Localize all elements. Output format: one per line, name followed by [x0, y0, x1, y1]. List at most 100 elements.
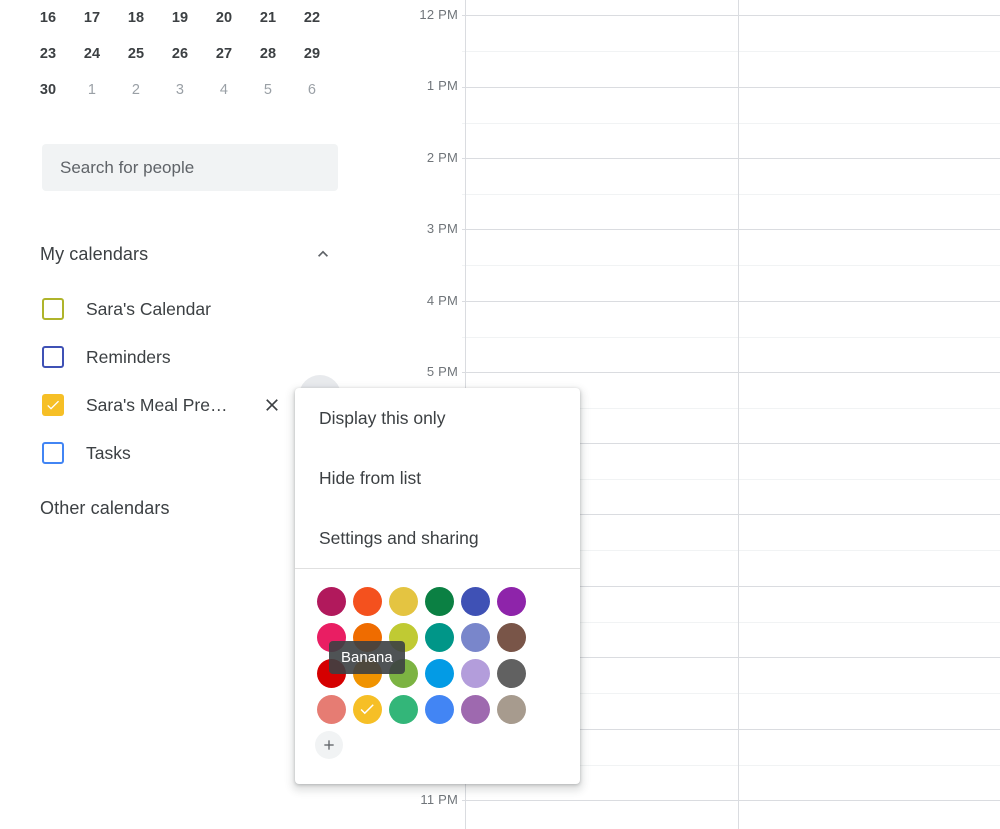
menu-item-display-this-only[interactable]: Display this only: [295, 388, 580, 448]
color-swatch-cell: [457, 583, 493, 619]
hour-gridline: [462, 158, 1000, 159]
hour-gridline: [462, 87, 1000, 88]
mini-calendar-day[interactable]: 4: [202, 72, 246, 108]
mini-calendar-day[interactable]: 28: [246, 36, 290, 72]
color-swatch-cell: [493, 619, 529, 655]
my-calendars-header[interactable]: My calendars: [40, 236, 340, 272]
color-swatch-basil[interactable]: [424, 586, 454, 616]
color-swatch-peacock[interactable]: [424, 658, 454, 688]
time-axis-label: 12 PM: [419, 7, 458, 22]
color-swatch-cell: [493, 655, 529, 691]
color-swatch-cell: [457, 619, 493, 655]
time-axis-label: 2 PM: [426, 150, 458, 165]
menu-item-hide-from-list[interactable]: Hide from list: [295, 448, 580, 508]
color-swatch-cell: [421, 583, 457, 619]
half-hour-gridline: [462, 194, 1000, 195]
time-axis-label: 1 PM: [426, 78, 458, 93]
calendar-app: 161718192021222324252627282930123456 My …: [0, 0, 1000, 829]
color-swatch-citron[interactable]: [388, 586, 418, 616]
color-swatch-cell: [457, 655, 493, 691]
mini-calendar-day[interactable]: 1: [70, 72, 114, 108]
calendar-item-label: Sara's Calendar: [86, 298, 211, 319]
mini-calendar-day[interactable]: 2: [114, 72, 158, 108]
calendar-checkbox[interactable]: [42, 298, 64, 320]
calendar-item-label: Sara's Meal Pre…: [86, 394, 228, 415]
half-hour-gridline: [462, 337, 1000, 338]
color-swatch-blueberry[interactable]: [424, 694, 454, 724]
mini-calendar-week: 16 17 18 19 20 21 22: [26, 0, 346, 36]
half-hour-gridline: [462, 123, 1000, 124]
calendar-list-item[interactable]: Reminders: [0, 333, 380, 381]
hour-gridline: [462, 229, 1000, 230]
mini-calendar-day[interactable]: 30: [26, 72, 70, 108]
color-swatch-wisteria[interactable]: [460, 658, 490, 688]
half-hour-gridline: [462, 265, 1000, 266]
mini-calendar-day[interactable]: 22: [290, 0, 334, 36]
color-swatch-cell: [421, 619, 457, 655]
time-axis-label: 4 PM: [426, 293, 458, 308]
color-swatch-cell: [313, 691, 349, 727]
color-swatch-tomato[interactable]: [316, 586, 346, 616]
calendar-item-label: Reminders: [86, 346, 171, 367]
calendar-item-label: Tasks: [86, 442, 131, 463]
mini-calendar-week: 30 1 2 3 4 5 6: [26, 72, 346, 108]
calendar-checkbox[interactable]: [42, 346, 64, 368]
mini-calendar-day[interactable]: 6: [290, 72, 334, 108]
mini-calendar-day[interactable]: 24: [70, 36, 114, 72]
mini-calendar-day[interactable]: 26: [158, 36, 202, 72]
mini-calendar-day[interactable]: 27: [202, 36, 246, 72]
hour-gridline: [462, 372, 1000, 373]
color-swatch-amethyst[interactable]: [460, 694, 490, 724]
color-swatch-tangerine[interactable]: [352, 586, 382, 616]
color-swatch-eucalyptus[interactable]: [424, 622, 454, 652]
other-calendars-title: Other calendars: [40, 497, 170, 518]
color-swatch-graphite[interactable]: [496, 658, 526, 688]
mini-calendar-day[interactable]: 25: [114, 36, 158, 72]
color-swatch-lavender[interactable]: [460, 622, 490, 652]
calendar-checkbox[interactable]: [42, 442, 64, 464]
color-swatch-cell: [349, 583, 385, 619]
mini-calendar-day[interactable]: 17: [70, 0, 114, 36]
search-people-input[interactable]: [42, 144, 338, 191]
half-hour-gridline: [462, 51, 1000, 52]
mini-calendar-day[interactable]: 5: [246, 72, 290, 108]
color-swatch-sage[interactable]: [388, 694, 418, 724]
color-swatch-blueberry[interactable]: [460, 586, 490, 616]
hour-gridline: [462, 800, 1000, 801]
color-swatch-cell: [349, 691, 385, 727]
mini-calendar-day[interactable]: 29: [290, 36, 334, 72]
color-swatch-cell: [421, 655, 457, 691]
mini-calendar-day[interactable]: 20: [202, 0, 246, 36]
color-swatch-cell: [421, 691, 457, 727]
mini-calendar-day[interactable]: 19: [158, 0, 202, 36]
close-icon[interactable]: [258, 391, 286, 419]
calendar-list-item[interactable]: Sara's Calendar: [0, 285, 380, 333]
calendar-checkbox[interactable]: [42, 394, 64, 416]
mini-calendar-day[interactable]: 21: [246, 0, 290, 36]
menu-item-settings-and-sharing[interactable]: Settings and sharing: [295, 508, 580, 568]
color-swatch-cell: [493, 583, 529, 619]
color-swatch-cocoa[interactable]: [496, 622, 526, 652]
color-swatch-birch[interactable]: [496, 694, 526, 724]
hour-gridline: [462, 301, 1000, 302]
mini-calendar-day[interactable]: 18: [114, 0, 158, 36]
mini-calendar-day[interactable]: 23: [26, 36, 70, 72]
add-custom-color-button[interactable]: [315, 731, 343, 759]
color-swatch-flamingo[interactable]: [316, 694, 346, 724]
mini-calendar-day[interactable]: 16: [26, 0, 70, 36]
color-tooltip: Banana: [329, 641, 405, 674]
chevron-up-icon[interactable]: [306, 237, 340, 271]
mini-calendar-week: 23 24 25 26 27 28 29: [26, 36, 346, 72]
calendar-context-menu: Display this only Hide from list Setting…: [295, 388, 580, 784]
color-swatch-banana[interactable]: [352, 694, 382, 724]
mini-calendar-day[interactable]: 3: [158, 72, 202, 108]
time-axis-label: 11 PM: [420, 792, 458, 807]
color-swatch-grape[interactable]: [496, 586, 526, 616]
time-axis-label: 5 PM: [426, 364, 458, 379]
color-swatch-cell: [385, 691, 421, 727]
time-axis-label: 3 PM: [426, 221, 458, 236]
color-swatch-cell: [313, 583, 349, 619]
color-swatch-cell: [385, 583, 421, 619]
mini-calendar: 16 17 18 19 20 21 22 23 24 25 26 27 28 29 30 1 2 3 4 5 6: [26, 0, 346, 108]
hour-gridline: [462, 15, 1000, 16]
